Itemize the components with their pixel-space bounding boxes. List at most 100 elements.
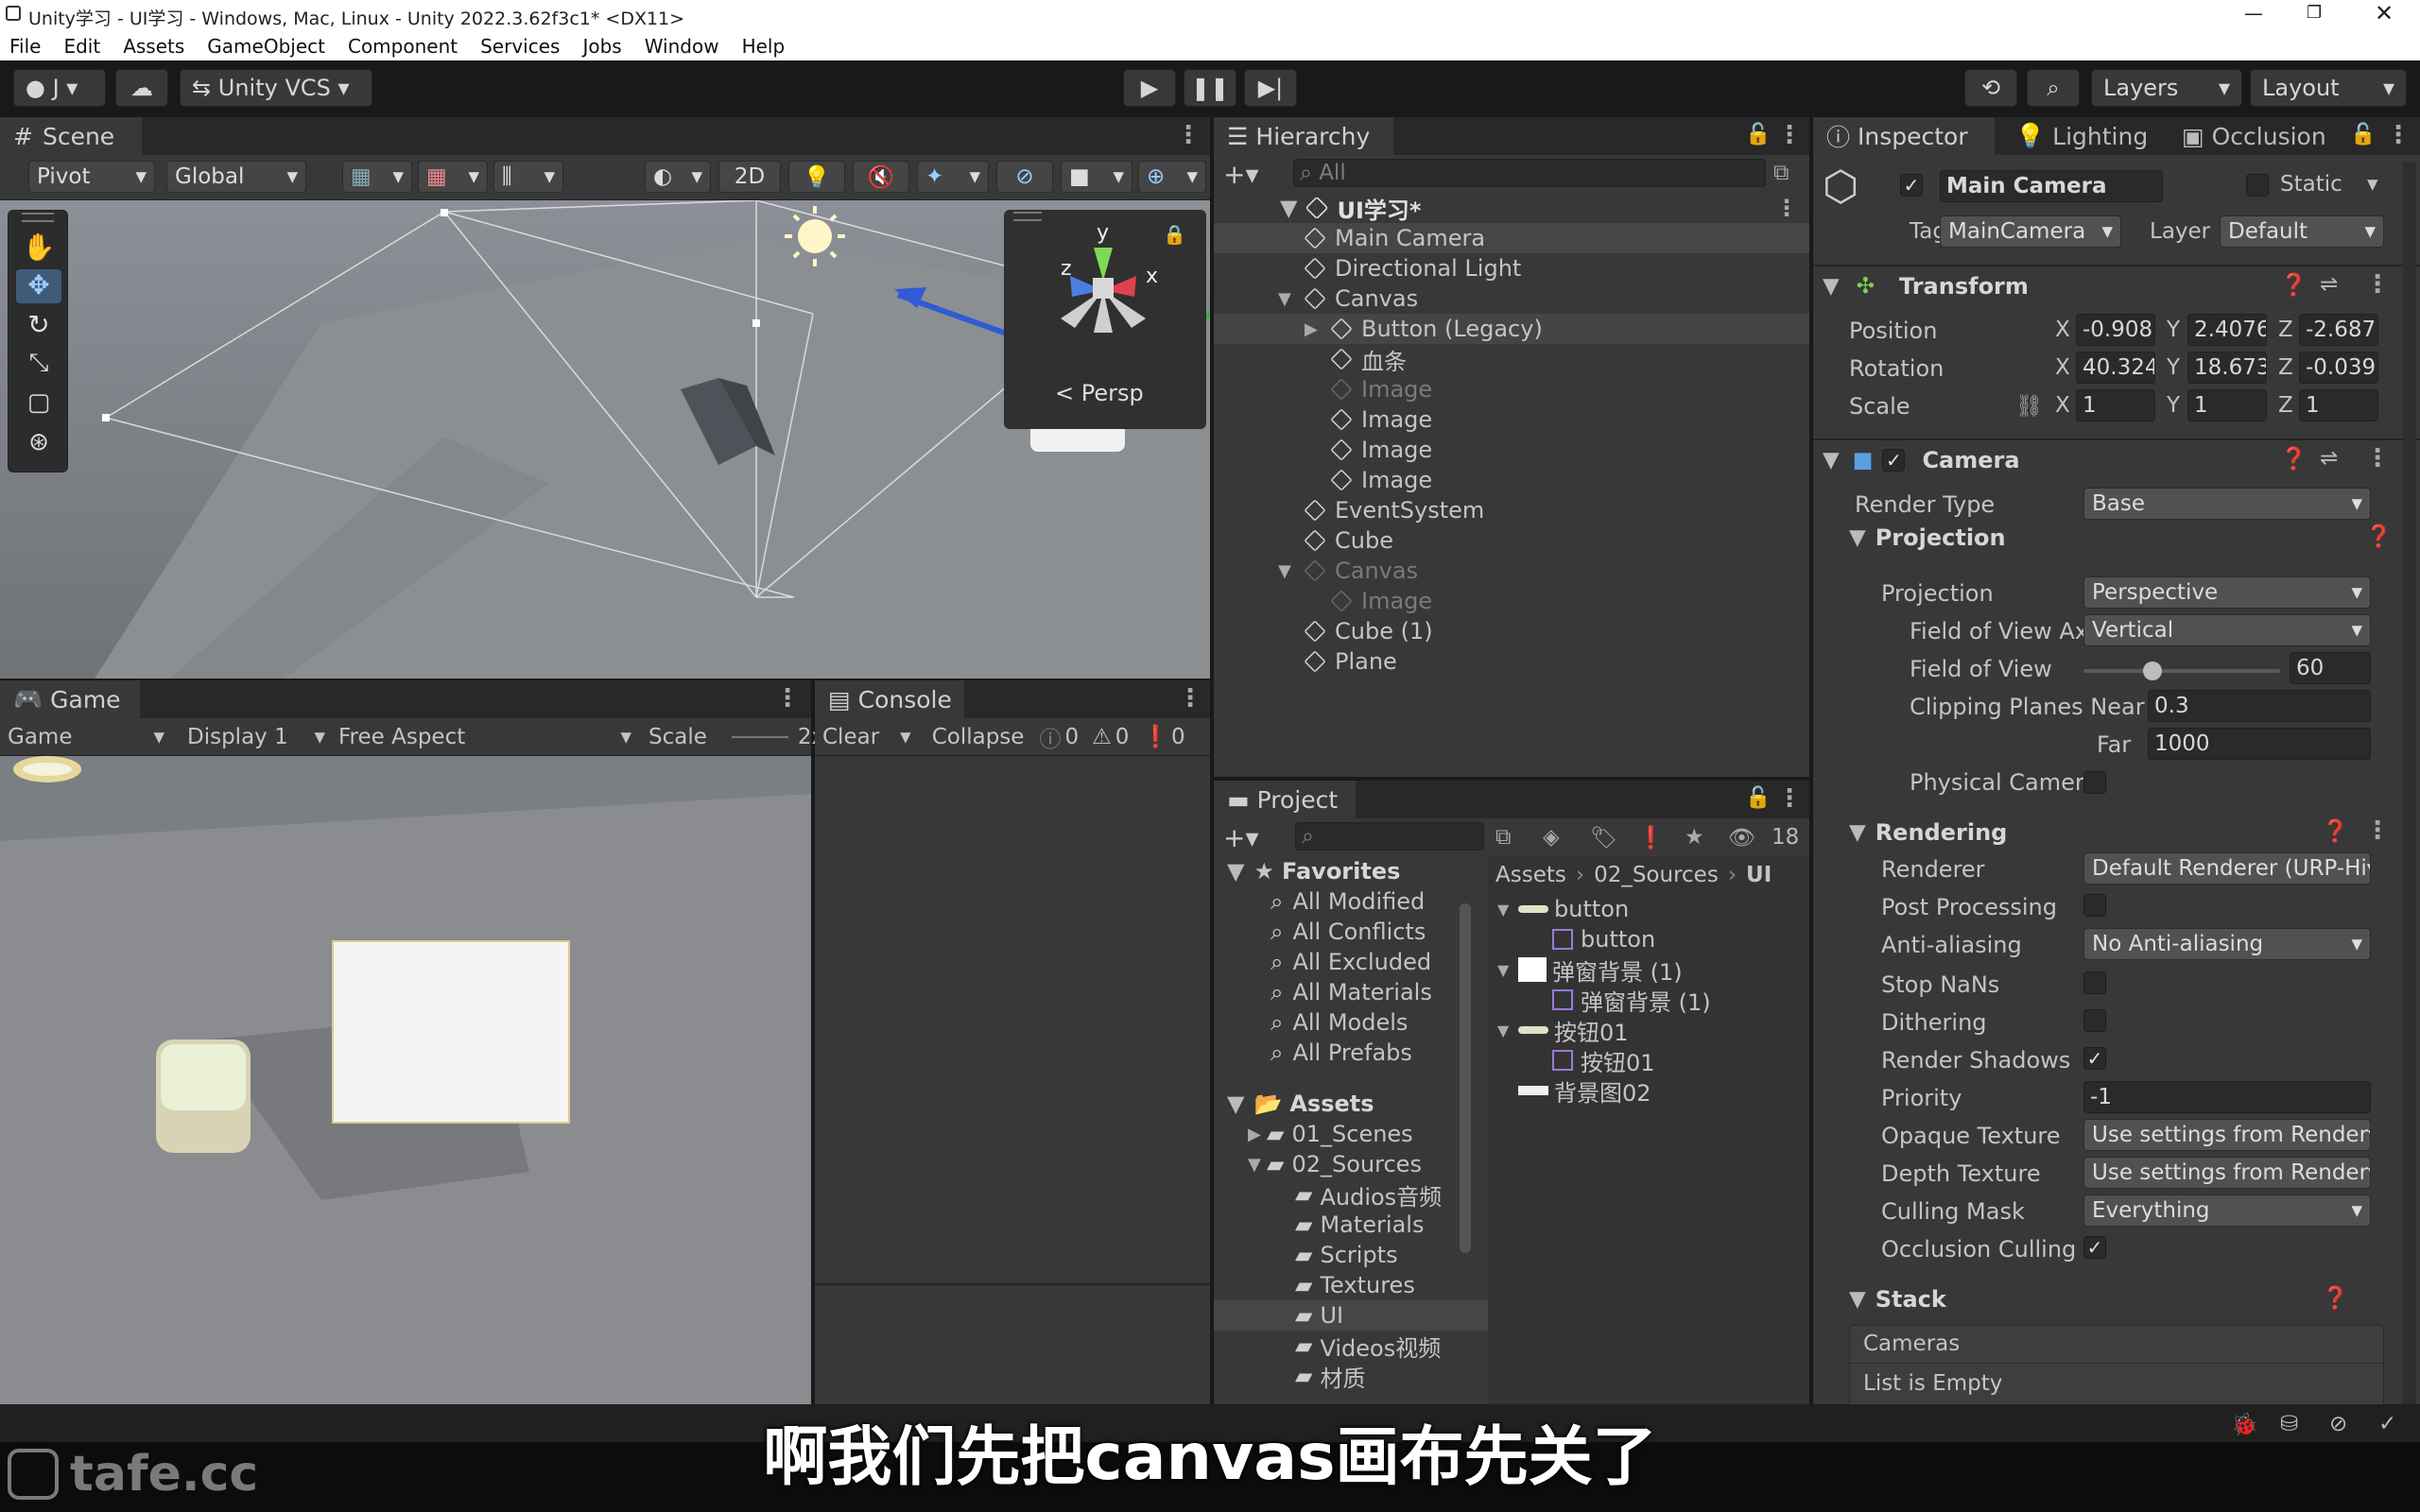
fov-slider-track[interactable] [2083,669,2280,673]
orientation-gizmo[interactable]: 🔒 y x z < Persp [1004,210,1206,429]
rendering-help-icon[interactable]: ❓ [2322,818,2349,844]
cloud-button[interactable]: ☁ [115,69,168,107]
breadcrumb-assets[interactable]: Assets [1495,863,1566,887]
menu-edit[interactable]: Edit [63,35,100,58]
near-field[interactable]: 0.3 [2148,690,2371,722]
rect-tool-icon[interactable]: ▢ [16,388,61,422]
maximize-icon[interactable]: ❐ [2307,3,2322,23]
filter-type-icon[interactable]: ◈ [1543,825,1560,850]
hand-tool-icon[interactable]: ✋ [16,232,61,266]
tab-scene[interactable]: # Scene [0,117,142,155]
transform-x-field[interactable]: 1 [2076,389,2155,421]
console-log-list[interactable] [815,756,1210,1285]
tab-project[interactable]: ▬ Project [1214,781,1356,818]
transform-header[interactable]: ▼ ✣ Transform [1823,270,2029,302]
rendering-section[interactable]: ▼ Rendering [1849,816,2007,849]
tab-hierarchy[interactable]: ☰ Hierarchy [1214,117,1393,155]
scene-viewport[interactable]: ✋ ✥ ↻ ⤡ ▢ ⊛ 🔒 y x z < Persp [0,200,1210,679]
lock-icon[interactable]: 🔒 [1163,223,1186,246]
scale-tool-icon[interactable]: ⤡ [16,349,61,383]
hierarchy-item[interactable]: Image [1214,374,1809,404]
effects-toggle[interactable]: ✦ ▾ [917,161,989,193]
transform-x-field[interactable]: 40.324 [2076,352,2155,384]
expand-arrow-icon[interactable]: ▼ [1278,561,1305,581]
favorites-header[interactable]: ▼ ★ Favorites [1214,856,1488,886]
hierarchy-item[interactable]: ▼ Canvas [1214,556,1809,586]
favorite-item[interactable]: ⌕ All Models [1214,1007,1488,1038]
projection-dropdown[interactable]: Perspective ▾ [2083,576,2371,609]
scale-link-icon[interactable]: ⛓ [2015,393,2043,419]
folder-item[interactable]: ▰ Textures [1214,1270,1488,1300]
stop-nans-checkbox[interactable] [2083,971,2106,994]
hierarchy-item[interactable]: Image [1214,586,1809,616]
folder-item[interactable]: ▰ Videos视频 [1214,1331,1488,1362]
transform-y-field[interactable]: 1 [2187,389,2267,421]
asset-item[interactable]: ▼ 弹窗背景 (1) [1488,954,1809,986]
layers-dropdown[interactable]: Layers ▾ [2091,69,2242,107]
display-dropdown[interactable]: Display 1 ▾ [187,722,325,752]
dithering-checkbox[interactable] [2083,1009,2106,1032]
lighting-toggle[interactable]: 💡 [788,161,845,193]
camera-menu-icon[interactable]: ⋮ [2365,444,2390,472]
transform-tool-icon[interactable]: ⊛ [16,428,61,462]
filter-log-icon[interactable]: ❗ [1637,825,1665,850]
audio-toggle[interactable]: 🔇 [853,161,909,193]
folder-item[interactable]: ▰ Audios音频 [1214,1179,1488,1211]
menu-component[interactable]: Component [348,35,458,58]
folder-item[interactable]: ▰ Materials [1214,1210,1488,1240]
folder-item[interactable]: ▰ UI [1214,1300,1488,1331]
asset-item[interactable]: button [1488,924,1809,954]
transform-y-field[interactable]: 2.4076 [2187,314,2267,346]
hidden-toggle[interactable]: ⊘ [996,161,1053,193]
depth-texture-dropdown[interactable]: Use settings from Render▾ [2083,1157,2371,1189]
scale-slider[interactable]: Scale 2x [648,722,824,752]
drag-handle-icon[interactable] [22,213,54,222]
asset-item[interactable]: 弹窗背景 (1) [1488,985,1809,1016]
folder-item[interactable]: ▶ ▰ 01_Scenes [1214,1119,1488,1149]
render-shadows-checkbox[interactable]: ✓ [2083,1047,2106,1070]
priority-field[interactable]: -1 [2083,1081,2371,1113]
hierarchy-item[interactable]: Cube [1214,525,1809,556]
stack-help-icon[interactable]: ❓ [2322,1285,2349,1311]
hierarchy-item[interactable]: Image [1214,404,1809,435]
menu-assets[interactable]: Assets [123,35,184,58]
hierarchy-item[interactable]: ▼ Canvas [1214,284,1809,314]
camera-preset-icon[interactable]: ⇌ [2320,446,2338,471]
hierarchy-menu-icon[interactable]: ⋮ [1777,121,1802,149]
gizmo-drag-handle-icon[interactable] [1013,212,1042,221]
asset-item[interactable]: ▼ button [1488,894,1809,924]
folder-item[interactable]: ▼ ▰ 02_Sources [1214,1149,1488,1179]
favorite-star-icon[interactable]: ★ [1685,825,1704,850]
static-dropdown-icon[interactable]: ▾ [2367,172,2378,197]
menu-help[interactable]: Help [742,35,786,58]
static-checkbox[interactable] [2246,174,2269,197]
close-icon[interactable]: ✕ [2375,0,2394,26]
folder-item[interactable]: ▰ 材质 [1214,1361,1488,1392]
transform-z-field[interactable]: 1 [2299,389,2378,421]
folder-arrow-icon[interactable]: ▼ [1248,1155,1267,1175]
clear-button[interactable]: Clear [822,725,879,749]
snap-increment-button[interactable]: ▦ ▾ [418,161,488,193]
tab-game[interactable]: 🎮 Game [0,680,140,718]
project-create-button[interactable]: +▾ [1223,822,1259,853]
transform-z-field[interactable]: -2.687 [2299,314,2378,346]
hierarchy-item[interactable]: Cube (1) [1214,616,1809,646]
hierarchy-item[interactable]: ▶ Button (Legacy) [1214,314,1809,344]
gizmos-button[interactable]: ⊕ ▾ [1138,161,1206,193]
menu-services[interactable]: Services [480,35,560,58]
expand-arrow-icon[interactable]: ▼ [1278,289,1305,309]
transform-y-field[interactable]: 18.673 [2187,352,2267,384]
favorite-item[interactable]: ⌕ All Prefabs [1214,1038,1488,1068]
play-button[interactable]: ▶ [1123,69,1176,107]
rotate-tool-icon[interactable]: ↻ [16,309,61,343]
transform-z-field[interactable]: -0.039 [2299,352,2378,384]
stack-section[interactable]: ▼ Stack [1849,1283,1946,1315]
folder-arrow-icon[interactable]: ▶ [1248,1125,1267,1144]
fov-value-field[interactable]: 60 [2290,652,2371,684]
inspector-menu-icon[interactable]: ⋮ [2386,121,2411,149]
project-search-input[interactable]: ⌕ [1295,822,1484,850]
account-button[interactable]: ● J ▾ [13,69,106,107]
layout-dropdown[interactable]: Layout ▾ [2250,69,2407,107]
asset-item[interactable]: ▼ 按钮01 [1488,1015,1809,1046]
info-log-icon[interactable]: ⓘ [1039,721,1061,753]
